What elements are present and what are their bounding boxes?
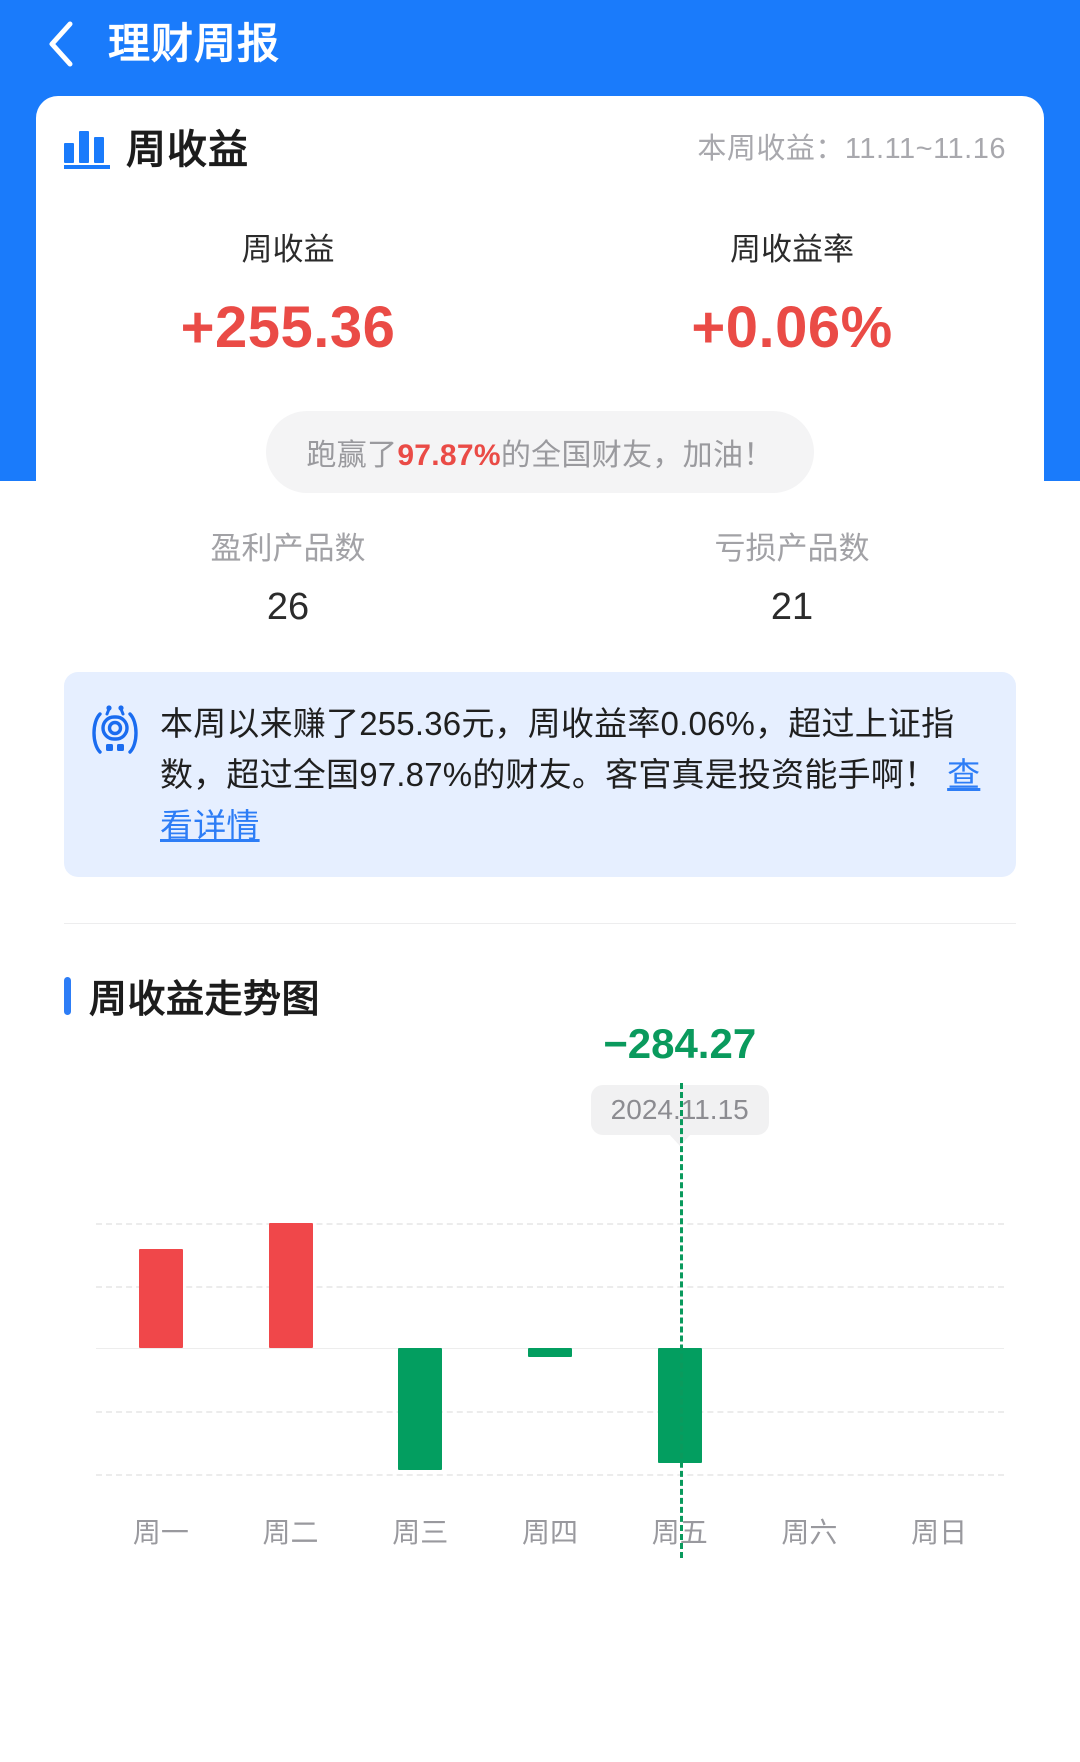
section-accent-bar bbox=[64, 976, 71, 1015]
chart-gridline bbox=[96, 1411, 1004, 1414]
bar-chart-icon bbox=[64, 123, 110, 169]
summary-weekly-profit: 周收益 +255.36 bbox=[36, 234, 540, 357]
chart-x-tick-label: 周五 bbox=[651, 1517, 708, 1549]
week-range-label: 本周收益：11.11~11.16 bbox=[697, 133, 1006, 165]
counts-label: 盈利产品数 bbox=[210, 531, 366, 566]
product-counts: 盈利产品数 26 亏损产品数 21 bbox=[36, 533, 1044, 626]
robot-assistant-icon bbox=[88, 704, 142, 762]
chart-x-tick-label: 周一 bbox=[132, 1517, 189, 1549]
weekly-trend-chart[interactable]: −284.27 2024.11.15 周一 周二 周三 周四 周五 周六 周日 bbox=[58, 1023, 1022, 1563]
beat-pill-suffix: 的全国财友，加油！ bbox=[500, 439, 774, 472]
trend-section-header: 周收益走势图 bbox=[64, 968, 1044, 1023]
beat-pill-row: 跑赢了97.87%的全国财友，加油！ bbox=[36, 411, 1044, 493]
beat-pill-percent: 97.87% bbox=[397, 439, 501, 472]
section-divider bbox=[64, 923, 1016, 925]
card-header: 周收益 本周收益：11.11~11.16 bbox=[36, 96, 1044, 196]
counts-value: 26 bbox=[266, 586, 310, 628]
assistant-info-box: 本周以来赚了255.36元，周收益率0.06%，超过上证指数，超过全国97.87… bbox=[64, 672, 1016, 878]
chart-bar[interactable] bbox=[268, 1222, 313, 1349]
page-title: 理财周报 bbox=[108, 20, 281, 67]
chart-bar[interactable] bbox=[138, 1249, 183, 1349]
chart-x-axis: 周一 周二 周三 周四 周五 周六 周日 bbox=[96, 1519, 1004, 1563]
chart-bar[interactable] bbox=[528, 1348, 572, 1358]
card-title: 周收益 bbox=[126, 128, 249, 172]
chart-tooltip-value: −284.27 bbox=[603, 1020, 757, 1068]
summary-value: +0.06% bbox=[691, 295, 893, 360]
chart-bar[interactable] bbox=[398, 1348, 443, 1470]
loss-product-count: 亏损产品数 21 bbox=[540, 533, 1044, 626]
chart-gridline bbox=[96, 1473, 1004, 1476]
chart-selection-line bbox=[679, 1083, 683, 1559]
summary-stats: 周收益 +255.36 周收益率 +0.06% bbox=[36, 234, 1044, 357]
chart-plot-area bbox=[96, 1083, 1004, 1559]
counts-label: 亏损产品数 bbox=[714, 531, 870, 566]
beat-percentage-badge: 跑赢了97.87%的全国财友，加油！ bbox=[266, 411, 814, 493]
profit-product-count: 盈利产品数 26 bbox=[36, 533, 540, 626]
summary-label: 周收益率 bbox=[730, 232, 854, 267]
navigation-bar: 理财周报 bbox=[0, 0, 1080, 88]
beat-pill-prefix: 跑赢了 bbox=[306, 439, 398, 472]
back-icon[interactable] bbox=[38, 18, 82, 70]
summary-value: +255.36 bbox=[180, 295, 396, 360]
chart-gridline bbox=[96, 1222, 1004, 1225]
trend-section-title: 周收益走势图 bbox=[89, 979, 321, 1022]
chart-x-tick-label: 周日 bbox=[911, 1517, 968, 1549]
weekly-report-card: 周收益 本周收益：11.11~11.16 周收益 +255.36 周收益率 +0… bbox=[36, 96, 1044, 1756]
summary-weekly-rate: 周收益率 +0.06% bbox=[540, 234, 1044, 357]
counts-value: 21 bbox=[770, 586, 814, 628]
assistant-message: 本周以来赚了255.36元，周收益率0.06%，超过上证指数，超过全国97.87… bbox=[160, 698, 990, 851]
assistant-message-text: 本周以来赚了255.36元，周收益率0.06%，超过上证指数，超过全国97.87… bbox=[160, 705, 955, 794]
chart-x-tick-label: 周二 bbox=[262, 1517, 319, 1549]
summary-label: 周收益 bbox=[241, 232, 335, 267]
chart-gridline bbox=[96, 1285, 1004, 1288]
chart-x-tick-label: 周三 bbox=[392, 1517, 449, 1549]
chart-x-tick-label: 周四 bbox=[521, 1517, 579, 1549]
chart-x-tick-label: 周六 bbox=[781, 1517, 838, 1549]
